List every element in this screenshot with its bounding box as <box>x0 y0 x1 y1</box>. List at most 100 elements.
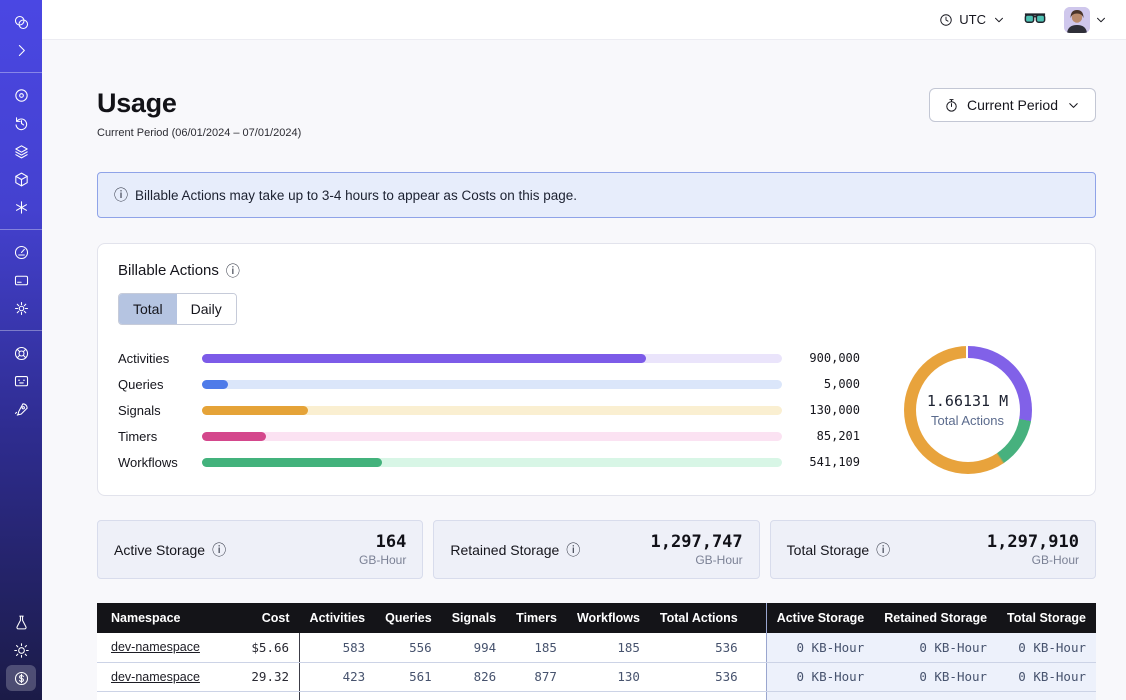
namespaces-icon <box>13 87 30 104</box>
total-actions-cell: 536 <box>650 633 766 662</box>
timers-cell: 185 <box>506 633 567 662</box>
info-icon: ⓘ <box>114 188 128 202</box>
sidebar-item-billing-card[interactable] <box>6 267 36 293</box>
period-selector-button[interactable]: Current Period <box>929 88 1096 122</box>
expand-chevron-icon <box>13 42 30 59</box>
bar-track <box>202 354 782 363</box>
sidebar-item-usage-dollar[interactable] <box>6 665 36 691</box>
sidebar-item-layers[interactable] <box>6 138 36 164</box>
bar-fill <box>202 406 308 415</box>
support-lifebuoy-icon <box>13 345 30 362</box>
namespace-cell: dev-namespace <box>97 691 214 700</box>
col-header-active-storage: Active Storage <box>766 603 874 633</box>
sidebar-item-namespaces[interactable] <box>6 82 36 108</box>
sidebar <box>0 0 42 700</box>
timers-cell: 816 <box>506 691 567 700</box>
queries-cell: 556 <box>375 633 442 662</box>
col-header-namespace: Namespace <box>97 603 214 633</box>
signals-cell: 826 <box>442 662 506 691</box>
main-content: Usage Current Period (06/01/2024 – 07/01… <box>42 40 1126 700</box>
user-menu[interactable] <box>1064 7 1108 33</box>
sidebar-item-nexus[interactable] <box>6 194 36 220</box>
bar-label: Timers <box>118 429 188 444</box>
info-icon[interactable]: ⓘ <box>876 543 890 557</box>
chevron-down-icon <box>992 13 1006 27</box>
total-storage-cell: 0 KB-Hour <box>997 633 1096 662</box>
info-icon[interactable]: ⓘ <box>566 543 580 557</box>
bar-row-activities: Activities900,000 <box>118 345 860 371</box>
bar-row-queries: Queries5,000 <box>118 371 860 397</box>
bar-track <box>202 458 782 467</box>
sidebar-item-labs-flask[interactable] <box>6 609 36 635</box>
namespace-cell: dev-namespace <box>97 633 214 662</box>
bar-value: 85,201 <box>798 429 860 443</box>
col-header-retained-storage: Retained Storage <box>874 603 997 633</box>
bar-fill <box>202 458 382 467</box>
col-header-cost: Cost <box>214 603 300 633</box>
sidebar-item-settings-gear[interactable] <box>6 295 36 321</box>
storage-card-active-storage: Active Storage ⓘ164GB-Hour <box>97 520 423 579</box>
sidebar-item-theme-sun[interactable] <box>6 637 36 663</box>
dark-mode-glasses-button[interactable] <box>1024 12 1046 28</box>
usage-gauge-icon <box>13 244 30 261</box>
info-icon[interactable]: ⓘ <box>226 264 240 278</box>
namespace-link[interactable]: dev-namespace <box>111 640 200 654</box>
queries-cell: 536 <box>375 691 442 700</box>
cost-cell: 29.32 <box>214 662 300 691</box>
sidebar-item-expand-chevron[interactable] <box>6 37 36 63</box>
signals-cell: 883 <box>442 691 506 700</box>
workflows-cell: 600 <box>567 691 650 700</box>
info-icon[interactable]: ⓘ <box>212 543 226 557</box>
activities-cell: 423 <box>300 662 376 691</box>
settings-gear-icon <box>13 300 30 317</box>
usage-dollar-icon <box>13 670 30 687</box>
donut-chart-area: 1.66131 M Total Actions <box>860 346 1075 474</box>
timers-cell: 877 <box>506 662 567 691</box>
bar-fill <box>202 354 646 363</box>
billable-actions-card: Billable Actions ⓘ TotalDaily Activities… <box>97 243 1096 496</box>
col-header-total-storage: Total Storage <box>997 603 1096 633</box>
sidebar-item-deployments[interactable] <box>6 166 36 192</box>
getting-started-rocket-icon <box>13 401 30 418</box>
namespace-link[interactable]: dev-namespace <box>111 670 200 684</box>
bar-row-workflows: Workflows541,109 <box>118 449 860 475</box>
activities-cell: 583 <box>300 633 376 662</box>
avatar <box>1064 7 1090 33</box>
retained-storage-cell: 0 KB-Hour <box>874 633 997 662</box>
sidebar-item-temporal-logo[interactable] <box>6 9 36 35</box>
tab-daily[interactable]: Daily <box>177 294 236 324</box>
timezone-selector[interactable]: UTC <box>939 12 1006 27</box>
sidebar-item-support-lifebuoy[interactable] <box>6 340 36 366</box>
table-row: dev-namespace$3.354925368838166001300 KB… <box>97 691 1096 700</box>
bar-track <box>202 432 782 441</box>
retained-storage-cell: 0 KB-Hour <box>874 691 997 700</box>
usage-table: NamespaceCostActivitiesQueriesSignalsTim… <box>97 603 1096 700</box>
col-header-signals: Signals <box>442 603 506 633</box>
bar-chart: Activities900,000Queries5,000Signals130,… <box>118 345 860 475</box>
nexus-icon <box>13 199 30 216</box>
topbar: UTC <box>42 0 1126 40</box>
bar-value: 900,000 <box>798 351 860 365</box>
sidebar-divider <box>0 330 42 331</box>
active-storage-cell: 0 KB-Hour <box>766 633 874 662</box>
chevron-down-icon <box>1094 13 1108 27</box>
total-storage-cell: 0 KB-Hour <box>997 691 1096 700</box>
bar-label: Queries <box>118 377 188 392</box>
donut-center: 1.66131 M Total Actions <box>916 358 1020 462</box>
storage-card-total-storage: Total Storage ⓘ1,297,910GB-Hour <box>770 520 1096 579</box>
glasses-icon <box>1024 12 1046 28</box>
bar-fill <box>202 380 228 389</box>
table-row: dev-namespace29.324235618268771305360 KB… <box>97 662 1096 691</box>
storage-cards: Active Storage ⓘ164GB-Hour Retained Stora… <box>97 520 1096 579</box>
table-header-row: NamespaceCostActivitiesQueriesSignalsTim… <box>97 603 1096 633</box>
total-storage-cell: 0 KB-Hour <box>997 662 1096 691</box>
sidebar-item-history[interactable] <box>6 110 36 136</box>
tab-total[interactable]: Total <box>119 294 177 324</box>
storage-card-label: Retained Storage ⓘ <box>450 542 580 558</box>
donut-chart: 1.66131 M Total Actions <box>904 346 1032 474</box>
sidebar-item-usage-gauge[interactable] <box>6 239 36 265</box>
sidebar-item-feedback-terminal[interactable] <box>6 368 36 394</box>
bar-value: 130,000 <box>798 403 860 417</box>
sidebar-item-getting-started-rocket[interactable] <box>6 396 36 422</box>
clock-icon <box>939 13 953 27</box>
